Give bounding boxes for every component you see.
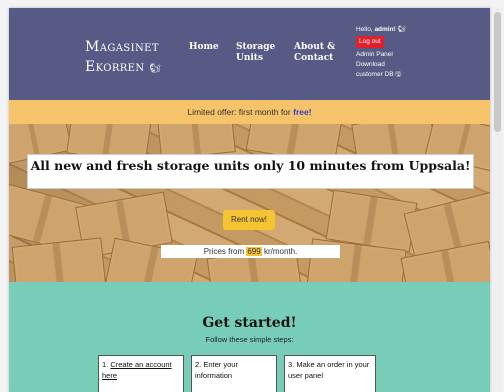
squirrel-icon: 🐿 — [397, 26, 406, 33]
get-started-section: Get started! Follow these simple steps: … — [9, 282, 490, 392]
get-started-subtitle: Follow these simple steps: — [205, 335, 294, 344]
step-card-1: 1. Create an account here — [98, 355, 184, 392]
price-label: Prices from 699 kr/month. — [161, 245, 340, 258]
customer-db-text: customer DB — [356, 71, 394, 78]
get-started-title: Get started! — [202, 315, 297, 331]
user-panel: Hello, admin! 🐿 Log out Admin Panel Down… — [356, 25, 456, 80]
hero-title: All new and fresh storage units only 10 … — [27, 154, 474, 189]
price-prefix: Prices from — [203, 247, 247, 256]
floppy-disk-icon: 🖫 — [395, 71, 401, 78]
nav-storage-units-link[interactable]: Storage Units — [236, 42, 284, 64]
logo-line-1: Magasinet — [85, 39, 159, 55]
scrollbar-thumb[interactable] — [494, 12, 501, 132]
vertical-scrollbar[interactable] — [493, 8, 502, 392]
download-customer-db-link[interactable]: Download customer DB 🖫 — [356, 60, 456, 80]
nav-about-contact-link[interactable]: About & Contact — [294, 42, 344, 64]
browser-viewport: Magasinet Ekorren 🐿 Home Storage Units A… — [9, 8, 490, 392]
offer-banner: Limited offer: first month for free! — [9, 100, 490, 124]
logo-line-2-text: Ekorren — [85, 59, 145, 75]
site-header: Magasinet Ekorren 🐿 Home Storage Units A… — [9, 8, 490, 100]
create-account-link[interactable]: Create an account here — [102, 360, 172, 380]
offer-text: Limited offer: first month for — [187, 107, 294, 117]
price-suffix: kr/month. — [261, 247, 298, 256]
squirrel-icon: 🐿 — [149, 64, 162, 74]
admin-panel-link[interactable]: Admin Panel — [356, 50, 456, 60]
offer-highlight: free! — [293, 107, 312, 117]
hero-section: All new and fresh storage units only 10 … — [9, 124, 490, 282]
cardboard-box-image — [11, 237, 107, 282]
download-text: Download — [356, 61, 385, 68]
greeting-text: Hello, — [356, 26, 375, 33]
price-value: 699 — [246, 247, 262, 256]
username: admin! — [374, 26, 396, 33]
logo-line-2: Ekorren 🐿 — [85, 57, 185, 79]
site-logo[interactable]: Magasinet Ekorren 🐿 — [85, 37, 185, 79]
step-text: Make an order in your user panel — [288, 360, 370, 380]
logout-button[interactable]: Log out — [356, 36, 384, 48]
user-greeting: Hello, admin! 🐿 — [356, 25, 456, 35]
nav-home-link[interactable]: Home — [189, 42, 219, 53]
step-card-2: 2. Enter your information — [191, 355, 277, 392]
rent-now-button[interactable]: Rent now! — [223, 210, 275, 230]
step-card-3: 3. Make an order in your user panel — [284, 355, 376, 392]
